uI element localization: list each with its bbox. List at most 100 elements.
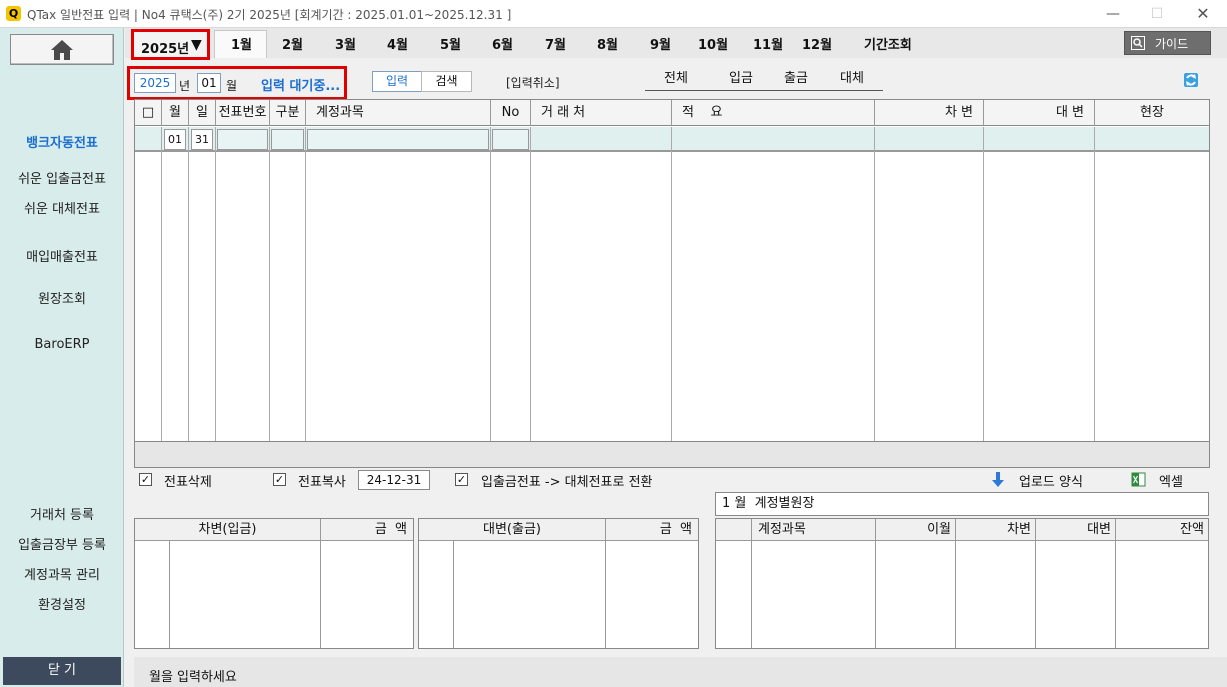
tab-month-3[interactable]: 3월 [335,34,356,53]
home-button[interactable] [10,34,114,65]
sidebar-item-ledger-view[interactable]: 원장조회 [0,288,124,307]
ledger-balance-header: 잔액 [1116,519,1208,541]
chevron-down-icon: ▼ [191,37,202,53]
grid-divider [671,127,672,467]
delete-voucher-label: 전표삭제 [164,475,212,490]
grid-divider [269,127,270,467]
ledger-panel: 계정과목 이월 차변 대변 잔액 [715,518,1209,649]
col-client: 거 래 처 [531,100,672,126]
col-debit: 차 변 [875,100,984,126]
tab-month-12[interactable]: 12월 [802,34,832,53]
grid-divider [874,127,875,467]
col-summary: 적 요 [672,100,875,126]
col-voucher-no: 전표번호 [216,100,270,126]
panel-divider [1035,541,1036,648]
tab-month-6[interactable]: 6월 [492,34,513,53]
excel-icon [1131,472,1146,487]
status-bar: 월을 입력하세요 [134,657,1227,687]
tab-period-query[interactable]: 기간조회 [864,34,912,53]
excel-button[interactable]: 엑셀 [1159,471,1183,490]
refresh-icon[interactable] [1181,70,1201,90]
copy-voucher-checkbox[interactable]: ✓ [273,473,286,486]
row-type-cell[interactable] [271,129,304,150]
voucher-grid: □ 월 일 전표번호 구분 계정과목 No 거 래 처 적 요 차 변 대 변 … [134,99,1210,468]
sidebar-item-easy-transfer-voucher[interactable]: 쉬운 대체전표 [0,198,124,217]
tab-month-4[interactable]: 4월 [387,34,408,53]
panel-divider [605,541,606,648]
col-credit: 대 변 [984,100,1095,126]
credit-panel: 대변(출금) 금 액 [418,518,699,649]
panel-divider [751,541,752,648]
cancel-input-button[interactable]: [입력취소] [506,74,560,91]
tab-month-9[interactable]: 9월 [650,34,671,53]
search-icon [1131,36,1145,50]
panel-divider [169,541,170,648]
tab-month-11[interactable]: 11월 [753,34,783,53]
col-select-all[interactable]: □ [135,100,162,126]
mode-input-button[interactable]: 입력 [372,71,422,92]
tab-month-10[interactable]: 10월 [698,34,728,53]
row-account-cell[interactable] [307,129,489,150]
ledger-index-header [716,519,752,541]
grid-divider [305,127,306,467]
row-no-cell[interactable] [492,129,529,150]
grid-divider [188,127,189,467]
ledger-title: 1 월 계정별원장 [715,492,1209,516]
month-unit-label: 월 [226,79,238,93]
copy-date-input[interactable]: 24-12-31 [358,470,430,490]
panel-divider [453,541,454,648]
panel-divider [955,541,956,648]
upload-form-button[interactable]: 업로드 양식 [1019,471,1083,490]
maximize-button[interactable]: ☐ [1142,4,1172,24]
year-selector-label: 2025년 [141,42,190,57]
sidebar-item-purchase-sales-voucher[interactable]: 매입매출전표 [0,246,124,265]
filter-withdraw[interactable]: 출금 [784,67,808,86]
minimize-button[interactable]: — [1098,4,1128,24]
tab-month-2[interactable]: 2월 [282,34,303,53]
ledger-credit-header: 대변 [1036,519,1116,541]
tab-month-8[interactable]: 8월 [597,34,618,53]
close-button[interactable]: 닫 기 [3,657,121,685]
grid-divider [490,127,491,467]
sidebar-item-easy-cash-voucher[interactable]: 쉬운 입출금전표 [0,168,124,187]
panel-divider [875,541,876,648]
row-day-cell[interactable]: 31 [191,129,213,150]
year-selector[interactable]: 2025년 ▼ [131,29,210,60]
sidebar [0,28,124,687]
filter-all[interactable]: 전체 [664,67,688,86]
filter-deposit[interactable]: 입금 [729,67,753,86]
tab-month-7[interactable]: 7월 [545,34,566,53]
mode-search-button[interactable]: 검색 [421,71,472,92]
debit-panel: 차변(입금) 금 액 [134,518,414,649]
sidebar-item-settings[interactable]: 환경설정 [0,594,124,613]
year-unit-label: 년 [179,79,191,93]
home-icon [51,40,73,60]
sidebar-item-baroerp[interactable]: BaroERP [0,337,124,352]
row-month-cell[interactable]: 01 [164,129,186,150]
sidebar-item-bank-auto-voucher[interactable]: 뱅크자동전표 [0,132,124,151]
convert-voucher-checkbox[interactable]: ✓ [455,473,468,486]
tab-month-1[interactable]: 1월 [231,34,252,53]
sidebar-item-cashbook-register[interactable]: 입출금장부 등록 [0,534,124,553]
close-window-button[interactable]: ✕ [1188,4,1218,24]
guide-button[interactable]: 가이드 [1124,31,1211,55]
col-no: No [491,100,531,126]
filter-transfer[interactable]: 대체 [840,67,864,86]
month-input[interactable]: 01 [197,73,221,93]
sidebar-item-account-manage[interactable]: 계정과목 관리 [0,564,124,583]
panel-divider [320,541,321,648]
ledger-debit-header: 차변 [956,519,1036,541]
col-account: 계정과목 [306,100,491,126]
year-input[interactable]: 2025 [134,73,176,93]
row-voucher-no-cell[interactable] [217,129,268,150]
grid-divider [530,127,531,467]
delete-voucher-checkbox[interactable]: ✓ [139,473,152,486]
app-logo-icon: Q [6,6,21,21]
sidebar-item-client-register[interactable]: 거래처 등록 [0,504,124,523]
ledger-account-header: 계정과목 [752,519,876,541]
copy-voucher-label: 전표복사 [298,475,346,490]
status-message: 월을 입력하세요 [149,670,237,685]
tab-month-5[interactable]: 5월 [440,34,461,53]
input-status-text: 입력 대기중... [261,79,341,94]
grid-divider [161,127,162,467]
